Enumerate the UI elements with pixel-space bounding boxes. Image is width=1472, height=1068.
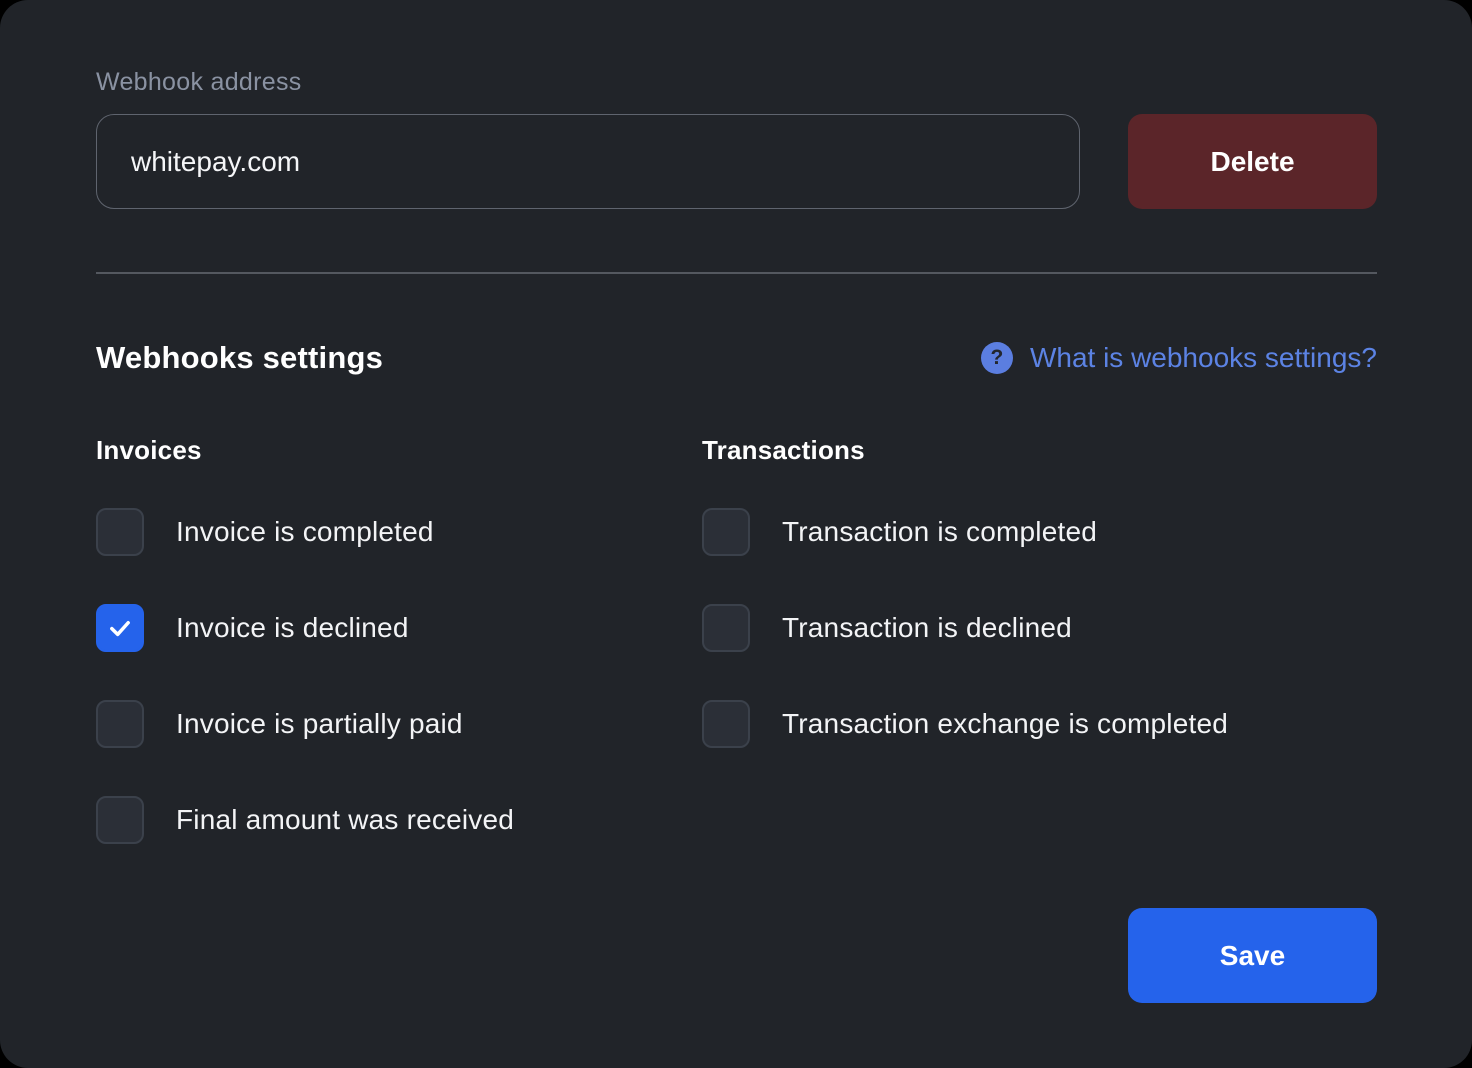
save-button[interactable]: Save bbox=[1128, 908, 1377, 1003]
delete-button[interactable]: Delete bbox=[1128, 114, 1377, 209]
checkbox-invoice-is-declined[interactable] bbox=[96, 604, 144, 652]
transactions-heading: Transactions bbox=[702, 436, 1377, 464]
checkbox-row-invoice-is-partially-paid[interactable]: Invoice is partially paid bbox=[96, 700, 666, 748]
help-link-wrap[interactable]: ? What is webhooks settings? bbox=[981, 342, 1377, 374]
checkbox-transaction-is-completed[interactable] bbox=[702, 508, 750, 556]
checkbox-label: Invoice is partially paid bbox=[176, 708, 463, 740]
checkbox-row-final-amount-was-received[interactable]: Final amount was received bbox=[96, 796, 666, 844]
webhooks-settings-panel: Webhook address Delete Webhooks settings… bbox=[0, 0, 1472, 1068]
page-title: Webhooks settings bbox=[96, 340, 383, 376]
checkbox-transaction-is-declined[interactable] bbox=[702, 604, 750, 652]
checkbox-label: Invoice is completed bbox=[176, 516, 434, 548]
question-mark-circle-icon[interactable]: ? bbox=[981, 342, 1013, 374]
checkbox-row-transaction-is-completed[interactable]: Transaction is completed bbox=[702, 508, 1377, 556]
checkbox-row-transaction-exchange-is-completed[interactable]: Transaction exchange is completed bbox=[702, 700, 1377, 748]
webhook-address-input[interactable] bbox=[96, 114, 1080, 209]
checkbox-label: Invoice is declined bbox=[176, 612, 409, 644]
checkbox-label: Transaction is completed bbox=[782, 516, 1097, 548]
invoices-column: Invoices Invoice is completed Invoice is… bbox=[96, 436, 666, 892]
what-is-webhooks-settings-link[interactable]: What is webhooks settings? bbox=[1030, 342, 1377, 374]
checkbox-transaction-exchange-is-completed[interactable] bbox=[702, 700, 750, 748]
checkbox-label: Transaction exchange is completed bbox=[782, 708, 1228, 740]
settings-header: Webhooks settings ? What is webhooks set… bbox=[96, 340, 1377, 376]
invoices-heading: Invoices bbox=[96, 436, 666, 464]
checkbox-label: Final amount was received bbox=[176, 804, 514, 836]
checkbox-row-invoice-is-declined[interactable]: Invoice is declined bbox=[96, 604, 666, 652]
checkbox-invoice-is-partially-paid[interactable] bbox=[96, 700, 144, 748]
checkbox-row-transaction-is-declined[interactable]: Transaction is declined bbox=[702, 604, 1377, 652]
checkbox-invoice-is-completed[interactable] bbox=[96, 508, 144, 556]
webhook-address-label: Webhook address bbox=[96, 68, 302, 97]
checkbox-final-amount-was-received[interactable] bbox=[96, 796, 144, 844]
checkbox-label: Transaction is declined bbox=[782, 612, 1072, 644]
transactions-column: Transactions Transaction is completed Tr… bbox=[702, 436, 1377, 796]
check-icon bbox=[106, 614, 134, 642]
checkbox-row-invoice-is-completed[interactable]: Invoice is completed bbox=[96, 508, 666, 556]
divider bbox=[96, 272, 1377, 274]
